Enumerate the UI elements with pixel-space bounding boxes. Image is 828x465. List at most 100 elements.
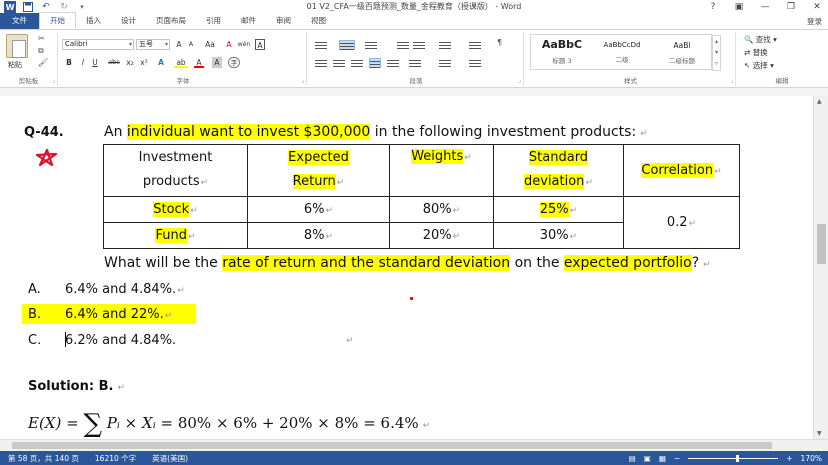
close-button[interactable]: ✕ xyxy=(810,2,824,12)
weight-text: 80% xyxy=(422,202,452,217)
scroll-up-icon[interactable]: ▲ xyxy=(817,98,822,105)
restore-button[interactable]: ❐ xyxy=(784,2,798,12)
styles-launcher-icon[interactable]: ⌟ xyxy=(730,77,733,84)
tab-mailings[interactable]: 邮件 xyxy=(231,13,266,29)
vertical-scrollbar[interactable]: ▲ ▼ xyxy=(813,96,828,439)
tab-review[interactable]: 审阅 xyxy=(266,13,301,29)
product-text: Stock xyxy=(153,202,190,217)
font-name-combo[interactable]: Calibri ▾ xyxy=(62,39,134,50)
style-level2[interactable]: AaBbCcDd 二级 xyxy=(593,35,651,69)
window-title: 01 V2_CFA一级百题预测_数量_金程教育（授课版） - Word xyxy=(306,2,522,11)
zoom-slider[interactable] xyxy=(688,454,779,462)
word-app-icon[interactable]: W xyxy=(4,1,16,13)
enclose-characters-button[interactable]: 字 xyxy=(228,57,240,68)
borders-icon[interactable] xyxy=(469,58,481,68)
italic-button[interactable]: I xyxy=(78,57,88,68)
scroll-thumb[interactable] xyxy=(817,224,826,264)
std-text: 25% xyxy=(539,202,569,217)
bold-button[interactable]: B xyxy=(64,57,74,68)
tab-page-layout[interactable]: 页面布局 xyxy=(146,13,196,29)
replace-button[interactable]: ⇄ 替换 xyxy=(744,47,768,58)
find-button[interactable]: 🔍 查找 ▾ xyxy=(744,34,777,45)
align-left-icon[interactable] xyxy=(315,58,327,68)
character-shading-button[interactable]: A xyxy=(212,57,222,68)
highlight-button[interactable]: ab xyxy=(174,57,188,68)
superscript-button[interactable]: x² xyxy=(138,57,150,68)
read-mode-icon[interactable]: ▤ xyxy=(629,454,636,463)
cut-icon[interactable]: ✂ xyxy=(38,34,45,43)
justify-icon[interactable] xyxy=(369,58,381,68)
distributed-icon[interactable] xyxy=(387,58,399,68)
horizontal-scrollbar[interactable] xyxy=(0,439,828,451)
text-cursor xyxy=(65,332,66,347)
language-indicator[interactable]: 英语(美国) xyxy=(144,453,196,464)
print-layout-icon[interactable]: ▣ xyxy=(644,454,651,463)
strikethrough-button[interactable]: abc xyxy=(106,57,122,68)
chinese-layout-icon[interactable] xyxy=(439,40,451,50)
shrink-font-button[interactable]: A xyxy=(186,39,196,50)
help-button[interactable]: ? xyxy=(706,2,720,12)
increase-indent-icon[interactable] xyxy=(413,40,425,50)
paste-icon[interactable] xyxy=(6,34,28,58)
subscript-button[interactable]: x₂ xyxy=(124,57,136,68)
font-size-combo[interactable]: 五号 ▾ xyxy=(136,39,170,50)
login-link[interactable]: 登录 xyxy=(807,16,822,27)
decrease-indent-icon[interactable] xyxy=(397,40,409,50)
zoom-level[interactable]: 170% xyxy=(801,454,822,463)
styles-scroll[interactable]: ▴ ▾ ▿ xyxy=(712,35,721,71)
clear-formatting-button[interactable]: A xyxy=(224,39,234,50)
font-launcher-icon[interactable]: ⌟ xyxy=(301,77,304,84)
tab-design[interactable]: 设计 xyxy=(111,13,146,29)
zoom-slider-knob[interactable] xyxy=(736,454,740,462)
bullets-icon[interactable] xyxy=(315,40,327,50)
option-letter: C. xyxy=(28,333,42,348)
tab-insert[interactable]: 插入 xyxy=(76,13,111,29)
save-icon[interactable] xyxy=(22,1,34,13)
tab-home[interactable]: 开始 xyxy=(39,12,76,29)
ribbon-display-button[interactable]: ▣ xyxy=(732,2,746,12)
option-c[interactable]: C. 6.2% and 4.84%. xyxy=(28,333,176,348)
style-level2-heading[interactable]: AaBl 二级标题 xyxy=(653,35,711,69)
format-painter-icon[interactable]: 🖌 xyxy=(38,58,48,67)
customize-qat-icon[interactable]: ▾ xyxy=(76,1,88,13)
cell-return: 8%↵ xyxy=(247,222,390,249)
phonetic-guide-button[interactable]: wén xyxy=(237,39,251,50)
minimize-button[interactable]: — xyxy=(758,2,772,12)
underline-button[interactable]: U xyxy=(90,57,100,68)
paragraph-launcher-icon[interactable]: ⌟ xyxy=(518,77,521,84)
scroll-down-icon[interactable]: ▼ xyxy=(817,430,822,437)
select-button[interactable]: ↖ 选择 ▾ xyxy=(744,60,774,71)
tab-references[interactable]: 引用 xyxy=(196,13,231,29)
zoom-in-button[interactable]: + xyxy=(786,454,792,463)
character-border-button[interactable]: A xyxy=(255,39,265,50)
header-correlation: Correlation↵ xyxy=(623,144,740,197)
option-a[interactable]: A. 6.4% and 4.84%.↵ xyxy=(28,282,185,297)
web-layout-icon[interactable]: ▦ xyxy=(659,454,666,463)
grow-font-button[interactable]: A xyxy=(174,39,184,50)
zoom-out-button[interactable]: − xyxy=(674,454,680,463)
line-spacing-icon[interactable] xyxy=(409,58,421,68)
numbering-icon[interactable] xyxy=(339,40,355,50)
horizontal-scroll-thumb[interactable] xyxy=(12,442,772,449)
tab-file[interactable]: 文件 xyxy=(0,13,39,29)
page-count[interactable]: 第 58 页，共 140 页 xyxy=(0,453,87,464)
style-heading3[interactable]: AaBbC 标题 3 xyxy=(533,35,591,69)
multilevel-list-icon[interactable] xyxy=(365,40,377,50)
text-effects-button[interactable]: A xyxy=(156,57,166,68)
font-color-button[interactable]: A xyxy=(194,57,204,68)
align-right-icon[interactable] xyxy=(351,58,363,68)
clipboard-launcher-icon[interactable]: ⌟ xyxy=(52,77,55,84)
document-page[interactable]: Q-44. An individual want to invest $300,… xyxy=(0,96,813,439)
change-case-button[interactable]: Aa xyxy=(202,39,218,50)
option-b[interactable]: B. 6.4% and 22%.↵ xyxy=(28,307,172,322)
question-intro: An individual want to invest $300,000 in… xyxy=(104,124,648,140)
tab-view[interactable]: 视图 xyxy=(301,13,336,29)
show-marks-icon[interactable]: ¶ xyxy=(497,38,502,47)
paste-button[interactable]: 粘贴 xyxy=(8,60,22,70)
sort-icon[interactable] xyxy=(469,40,481,50)
shading-icon[interactable] xyxy=(439,58,451,68)
copy-icon[interactable]: ⧉ xyxy=(38,46,44,56)
word-count[interactable]: 16210 个字 xyxy=(87,453,144,464)
align-center-icon[interactable] xyxy=(333,58,345,68)
header-text: Investment xyxy=(138,150,213,165)
